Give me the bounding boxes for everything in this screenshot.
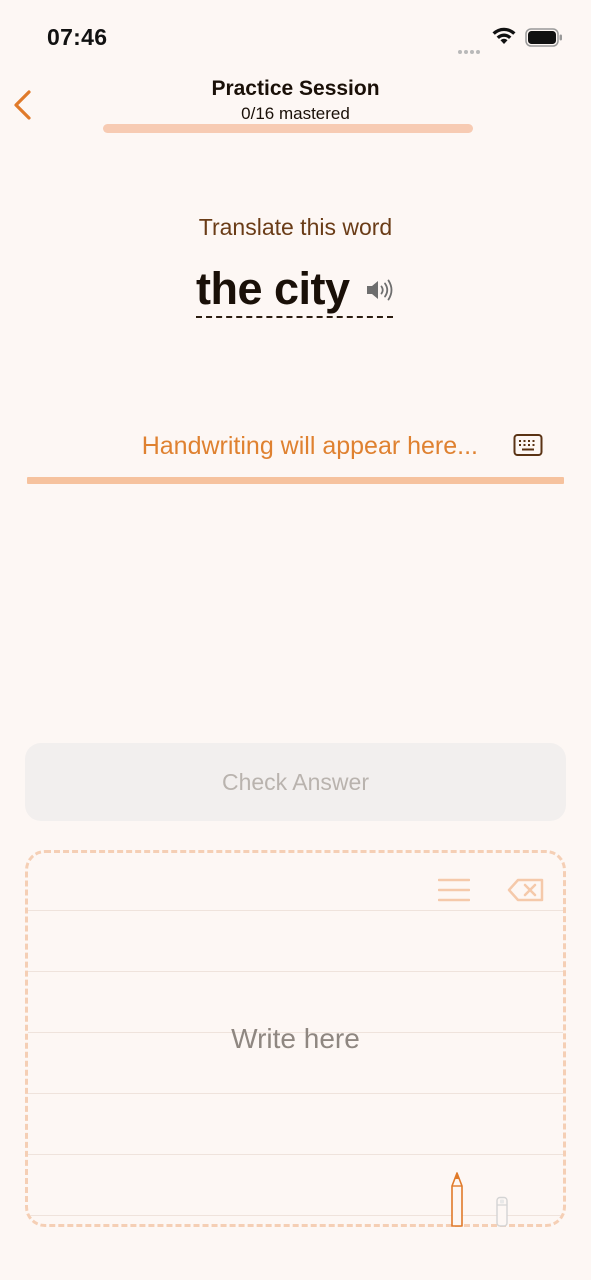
pad-ruled-line	[28, 1093, 563, 1094]
eraser-icon[interactable]	[495, 1196, 509, 1227]
prompt-text: Translate this word	[198, 214, 393, 240]
word-underline	[196, 316, 393, 318]
keyboard-icon[interactable]	[513, 433, 543, 457]
answer-underline	[27, 477, 564, 484]
pad-ruled-line	[28, 971, 563, 972]
pad-placeholder: Write here	[231, 1023, 360, 1054]
session-progress-bar	[103, 124, 473, 133]
page-title: Practice Session	[211, 77, 380, 100]
target-word[interactable]: the city	[196, 263, 350, 315]
menu-icon[interactable]	[438, 877, 470, 903]
backspace-icon[interactable]	[507, 878, 545, 902]
wifi-icon	[492, 27, 516, 44]
mastery-counter: 0/16 mastered	[241, 104, 350, 123]
pad-ruled-line	[28, 1154, 563, 1155]
pad-ruled-line	[28, 910, 563, 911]
check-answer-button[interactable]: Check Answer	[25, 743, 566, 821]
battery-icon	[525, 28, 562, 47]
status-time: 07:46	[47, 24, 108, 50]
speaker-icon[interactable]	[365, 278, 395, 302]
signal-icon	[458, 41, 484, 54]
pad-ruled-line	[28, 1215, 563, 1216]
answer-field[interactable]: Handwriting will appear here...	[0, 432, 478, 461]
pencil-icon[interactable]	[449, 1172, 465, 1227]
